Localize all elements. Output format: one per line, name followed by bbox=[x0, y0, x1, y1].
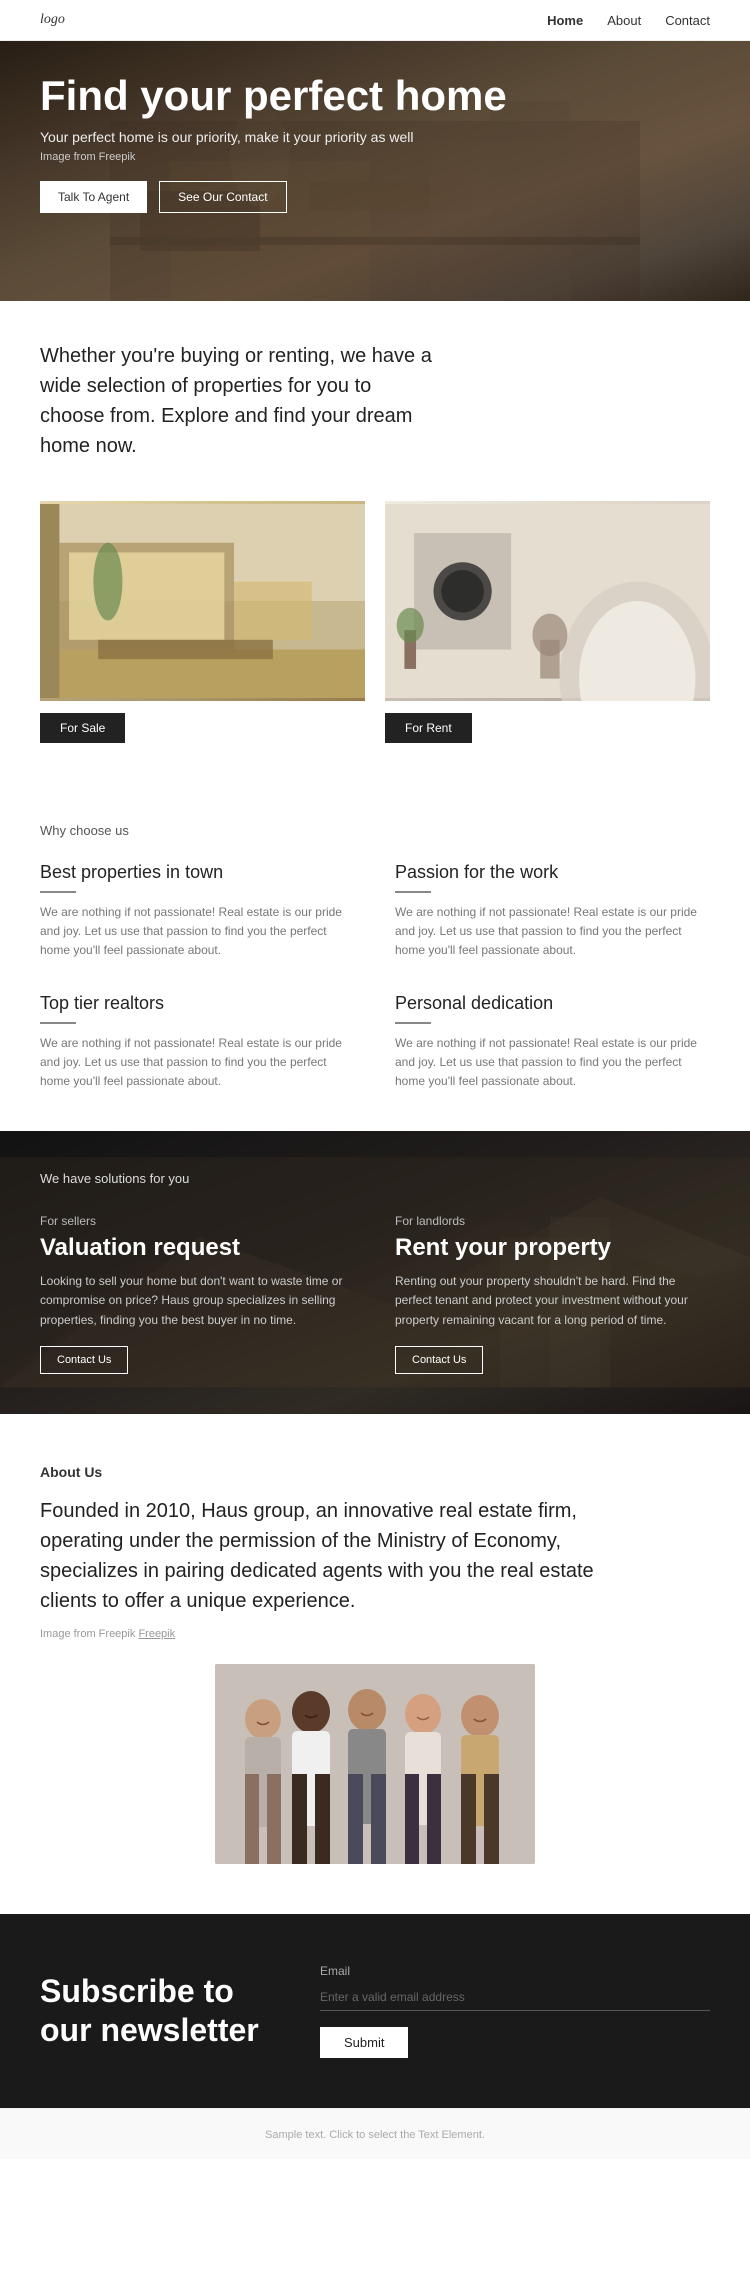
logo: logo bbox=[40, 12, 65, 28]
why-divider-2 bbox=[40, 1022, 76, 1024]
talk-to-agent-button[interactable]: Talk To Agent bbox=[40, 181, 147, 213]
solution-sublabel-1: For landlords bbox=[395, 1214, 710, 1228]
newsletter-form: Email Submit bbox=[320, 1964, 710, 2058]
team-illustration bbox=[215, 1664, 535, 1864]
why-item-title-0: Best properties in town bbox=[40, 862, 355, 883]
property-grid: For Sale bbox=[0, 481, 750, 783]
solutions-grid: For sellers Valuation request Looking to… bbox=[40, 1214, 710, 1374]
hero-image-credit: Image from Freepik bbox=[40, 151, 710, 163]
why-divider-1 bbox=[395, 891, 431, 893]
about-image-credit: Image from Freepik Freepik bbox=[40, 1628, 710, 1640]
solutions-content: We have solutions for you For sellers Va… bbox=[40, 1171, 710, 1374]
hero-title: Find your perfect home bbox=[40, 73, 710, 119]
footer: Sample text. Click to select the Text El… bbox=[0, 2108, 750, 2159]
about-section: About Us Founded in 2010, Haus group, an… bbox=[0, 1414, 750, 1914]
solution-title-0: Valuation request bbox=[40, 1234, 355, 1262]
why-item-text-2: We are nothing if not passionate! Real e… bbox=[40, 1034, 355, 1092]
solutions-label: We have solutions for you bbox=[40, 1171, 710, 1186]
why-divider-3 bbox=[395, 1022, 431, 1024]
solution-sublabel-0: For sellers bbox=[40, 1214, 355, 1228]
living-room-illustration bbox=[40, 501, 365, 701]
why-label: Why choose us bbox=[40, 823, 710, 838]
navbar: logo Home About Contact bbox=[0, 0, 750, 41]
team-photo bbox=[215, 1664, 535, 1864]
newsletter-email-label: Email bbox=[320, 1964, 710, 1978]
why-item-3: Personal dedication We are nothing if no… bbox=[395, 993, 710, 1092]
why-item-title-2: Top tier realtors bbox=[40, 993, 355, 1014]
hero-subtitle: Your perfect home is our priority, make … bbox=[40, 129, 710, 145]
why-item-0: Best properties in town We are nothing i… bbox=[40, 862, 355, 961]
solution-text-1: Renting out your property shouldn't be h… bbox=[395, 1272, 710, 1330]
property-card-rent: For Rent bbox=[385, 501, 710, 743]
property-cards-section: For Sale bbox=[0, 481, 750, 783]
luxury-room-illustration bbox=[385, 501, 710, 701]
about-label: About Us bbox=[40, 1464, 710, 1480]
for-rent-button[interactable]: For Rent bbox=[385, 713, 472, 743]
hero-content: Find your perfect home Your perfect home… bbox=[0, 41, 750, 245]
hero-section: Find your perfect home Your perfect home… bbox=[0, 41, 750, 301]
newsletter-submit-button[interactable]: Submit bbox=[320, 2027, 408, 2058]
solution-item-0: For sellers Valuation request Looking to… bbox=[40, 1214, 355, 1374]
why-divider-0 bbox=[40, 891, 76, 893]
newsletter-email-input[interactable] bbox=[320, 1984, 710, 2011]
see-our-contact-button[interactable]: See Our Contact bbox=[159, 181, 286, 213]
about-text: Founded in 2010, Haus group, an innovati… bbox=[40, 1496, 640, 1616]
contact-us-button-sellers[interactable]: Contact Us bbox=[40, 1346, 128, 1374]
nav-home[interactable]: Home bbox=[547, 13, 583, 28]
intro-text: Whether you're buying or renting, we hav… bbox=[40, 341, 440, 461]
why-item-text-0: We are nothing if not passionate! Real e… bbox=[40, 903, 355, 961]
why-item-2: Top tier realtors We are nothing if not … bbox=[40, 993, 355, 1092]
nav-about[interactable]: About bbox=[607, 13, 641, 28]
for-sale-button[interactable]: For Sale bbox=[40, 713, 125, 743]
why-item-text-1: We are nothing if not passionate! Real e… bbox=[395, 903, 710, 961]
why-section: Why choose us Best properties in town We… bbox=[0, 783, 750, 1131]
freepik-link[interactable]: Freepik bbox=[138, 1628, 175, 1640]
property-card-sale: For Sale bbox=[40, 501, 365, 743]
nav-links: Home About Contact bbox=[547, 13, 710, 28]
why-item-text-3: We are nothing if not passionate! Real e… bbox=[395, 1034, 710, 1092]
why-item-title-3: Personal dedication bbox=[395, 993, 710, 1014]
footer-text: Sample text. Click to select the Text El… bbox=[265, 2129, 485, 2141]
solution-item-1: For landlords Rent your property Renting… bbox=[395, 1214, 710, 1374]
why-grid: Best properties in town We are nothing i… bbox=[40, 862, 710, 1091]
newsletter-title: Subscribe to our newsletter bbox=[40, 1972, 260, 2049]
newsletter-section: Subscribe to our newsletter Email Submit bbox=[0, 1914, 750, 2108]
solution-text-0: Looking to sell your home but don't want… bbox=[40, 1272, 355, 1330]
solutions-section: We have solutions for you For sellers Va… bbox=[0, 1131, 750, 1414]
why-item-1: Passion for the work We are nothing if n… bbox=[395, 862, 710, 961]
hero-buttons: Talk To Agent See Our Contact bbox=[40, 181, 710, 213]
intro-section: Whether you're buying or renting, we hav… bbox=[0, 301, 750, 481]
property-image-sale bbox=[40, 501, 365, 701]
solution-title-1: Rent your property bbox=[395, 1234, 710, 1262]
why-item-title-1: Passion for the work bbox=[395, 862, 710, 883]
contact-us-button-landlords[interactable]: Contact Us bbox=[395, 1346, 483, 1374]
property-image-rent bbox=[385, 501, 710, 701]
nav-contact[interactable]: Contact bbox=[665, 13, 710, 28]
